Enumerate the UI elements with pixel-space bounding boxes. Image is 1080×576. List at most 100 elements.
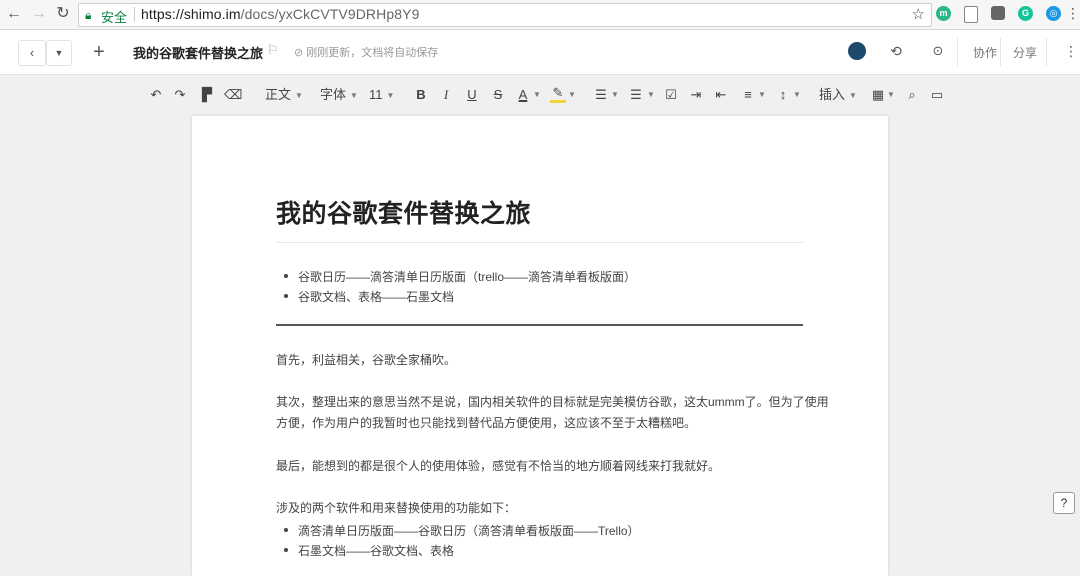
bullet <box>284 548 288 552</box>
url-text: https://shimo.im/docs/yxCkCVTV9DRHp8Y9 <box>141 6 419 22</box>
caret-down-icon[interactable]: ▼ <box>887 85 895 105</box>
chevron-left-icon: ‹ <box>29 45 35 60</box>
find-replace-icon[interactable]: ⌕ <box>904 85 920 105</box>
list-item: 滴答清单日历版面——谷歌日历（滴答清单看板版面——Trello） <box>284 522 640 539</box>
back-icon[interactable]: ← <box>4 4 24 24</box>
plus-icon: + <box>93 41 105 63</box>
list-item-text: 石墨文档——谷歌文档、表格 <box>298 544 455 558</box>
extension-doc-icon[interactable] <box>964 6 978 23</box>
share-button[interactable]: 分享 <box>1013 44 1037 61</box>
caret-down-icon: ▼ <box>54 48 64 58</box>
caret-down-icon[interactable]: ▼ <box>647 85 655 105</box>
insert-menu[interactable]: 插入 ▼ <box>819 85 857 105</box>
url-divider <box>134 7 135 22</box>
align-icon[interactable]: ≡ <box>740 85 756 105</box>
secure-label: 安全 <box>101 10 128 25</box>
paragraph-line: 方便，作为用户的我暂时也只能找到替代品方便使用，这应该不至于太糟糕吧。 <box>276 416 697 430</box>
divider <box>1000 38 1001 66</box>
caret-down-icon: ▼ <box>386 90 395 100</box>
caret-down-icon: ▼ <box>849 90 857 100</box>
bullet <box>284 274 288 278</box>
save-status: ⊘ 刚刚更新，文档将自动保存 <box>294 44 438 60</box>
bullet <box>284 294 288 298</box>
caret-down-icon[interactable]: ▼ <box>611 85 619 105</box>
url-path: /docs/yxCkCVTV9DRHp8Y9 <box>240 6 420 22</box>
bold-icon[interactable]: B <box>413 85 429 105</box>
redo-icon[interactable]: ↷ <box>171 85 189 105</box>
extension-chat-icon[interactable] <box>991 6 1005 20</box>
format-toolbar: ↶ ↷ ▛ ⌫ 正文 ▼ 字体 ▼ 11 ▼ B I U S A ▼ ✎ ▼ ☰ ▼ … <box>0 75 1080 115</box>
back-button[interactable]: ‹ <box>18 40 46 66</box>
browser-toolbar: ← → ↻ 🔒︎ 安全 https://shimo.im/docs/yxCkCV… <box>0 0 1080 30</box>
present-icon[interactable]: ⊙ <box>929 42 947 60</box>
ordered-list-icon[interactable]: ☰ <box>593 85 609 105</box>
font-label: 字体 <box>320 87 347 102</box>
highlight-icon[interactable]: ✎ <box>550 85 566 103</box>
help-button[interactable]: ? <box>1053 492 1075 514</box>
table-icon[interactable]: ▦ <box>870 85 886 105</box>
paragraph: 涉及的两个软件和用来替换使用的功能如下： <box>276 501 517 515</box>
forward-icon[interactable]: → <box>29 4 49 24</box>
avatar[interactable] <box>848 42 866 60</box>
new-doc-button[interactable]: + <box>86 40 112 64</box>
caret-down-icon[interactable]: ▼ <box>758 85 766 105</box>
bookmark-icon[interactable]: ⚐ <box>267 42 279 58</box>
font-select[interactable]: 字体 ▼ <box>320 85 362 105</box>
caret-down-icon[interactable]: ▼ <box>793 85 801 105</box>
doc-header: ‹ ▼ + 我的谷歌套件替换之旅 ⚐ ⊘ 刚刚更新，文档将自动保存 ⟲ ⊙ 协作… <box>0 30 1080 75</box>
doc-title[interactable]: 我的谷歌套件替换之旅 <box>133 43 263 62</box>
menu-dropdown-button[interactable]: ▼ <box>46 40 72 66</box>
extension-m-icon[interactable]: m <box>936 6 951 21</box>
doc-heading: 我的谷歌套件替换之旅 <box>276 200 532 228</box>
list-item-text: 滴答清单日历版面——谷歌日历（滴答清单看板版面——Trello） <box>298 524 640 538</box>
address-bar[interactable]: 🔒︎ 安全 https://shimo.im/docs/yxCkCVTV9DRH… <box>78 3 932 27</box>
list-item: 石墨文档——谷歌文档、表格 <box>284 542 455 559</box>
lock-icon: 🔒︎ <box>85 8 92 22</box>
format-painter-icon[interactable]: ▛ <box>198 85 216 105</box>
clear-format-icon[interactable]: ⌫ <box>224 85 242 105</box>
list-item-text: 谷歌日历——滴答清单日历版面（trello——滴答清单看板版面） <box>298 270 637 284</box>
bullet-list-icon[interactable]: ☰ <box>628 85 644 105</box>
divider <box>957 38 958 66</box>
checklist-icon[interactable]: ☑ <box>663 85 679 105</box>
underline-icon[interactable]: U <box>464 85 480 105</box>
history-icon[interactable]: ⟲ <box>887 42 905 60</box>
font-size-select[interactable]: 11 ▼ <box>369 85 397 105</box>
paragraph: 最后，能想到的都是很个人的使用体验，感觉有不恰当的地方顺着网线来打我就好。 <box>276 459 721 473</box>
paragraph-style-label: 正文 <box>265 87 292 102</box>
caret-down-icon: ▼ <box>350 90 358 100</box>
url-host: https://shimo.im <box>141 6 241 22</box>
divider <box>1046 38 1047 66</box>
reload-icon[interactable]: ↻ <box>53 4 73 24</box>
line-spacing-icon[interactable]: ↕ <box>775 85 791 105</box>
paragraph: 首先，利益相关，谷歌全家桶吹。 <box>276 353 457 367</box>
heading-rule <box>276 242 803 243</box>
font-size-label: 11 <box>369 87 383 102</box>
paragraph-line: 其次，整理出来的意思当然不是说，国内相关软件的目标就是完美模仿谷歌，这太ummm… <box>276 395 829 409</box>
list-item: 谷歌文档、表格——石墨文档 <box>284 288 455 305</box>
save-status-text: 刚刚更新，文档将自动保存 <box>306 47 439 59</box>
list-item-text: 谷歌文档、表格——石墨文档 <box>298 290 455 304</box>
insert-label: 插入 <box>819 87 846 102</box>
italic-icon[interactable]: I <box>438 85 454 105</box>
browser-menu-icon[interactable]: ⋮ <box>1066 5 1080 22</box>
list-item: 谷歌日历——滴答清单日历版面（trello——滴答清单看板版面） <box>284 268 637 285</box>
extension-circle-icon[interactable]: ◎ <box>1046 6 1061 21</box>
undo-icon[interactable]: ↶ <box>147 85 165 105</box>
outdent-icon[interactable]: ⇤ <box>713 85 729 105</box>
caret-down-icon[interactable]: ▼ <box>568 85 576 105</box>
caret-down-icon[interactable]: ▼ <box>533 85 541 105</box>
horizontal-rule <box>276 324 803 326</box>
more-icon[interactable]: ⋮ <box>1062 42 1080 60</box>
caret-down-icon: ▼ <box>295 90 303 100</box>
bookmark-star-icon[interactable]: ☆ <box>912 5 925 23</box>
indent-icon[interactable]: ⇥ <box>688 85 704 105</box>
strikethrough-icon[interactable]: S <box>490 85 506 105</box>
collaborate-button[interactable]: 协作 <box>973 44 997 61</box>
paragraph-style-select[interactable]: 正文 ▼ <box>265 85 307 105</box>
text-color-icon[interactable]: A <box>515 85 531 105</box>
document-page[interactable]: 我的谷歌套件替换之旅 谷歌日历——滴答清单日历版面（trello——滴答清单看板… <box>192 116 888 576</box>
bullet <box>284 528 288 532</box>
extension-grammarly-icon[interactable]: G <box>1018 6 1033 21</box>
comment-icon[interactable]: ▭ <box>929 85 945 105</box>
